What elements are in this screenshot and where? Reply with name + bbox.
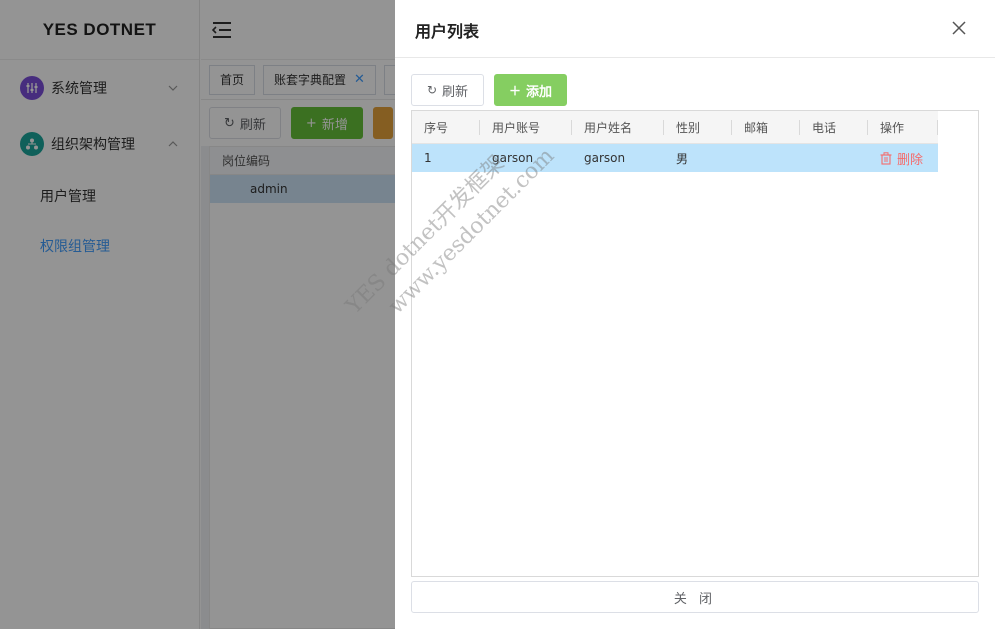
table-header: 序号 用户账号 用户姓名 性别 邮箱 电话 操作: [412, 111, 938, 144]
column-header-action[interactable]: 操作: [868, 111, 938, 143]
button-label: 刷新: [442, 84, 469, 100]
drawer-title: 用户列表: [415, 22, 480, 41]
close-button[interactable]: 关 闭: [411, 581, 979, 613]
add-user-button[interactable]: ＋ 添加: [494, 74, 567, 106]
refresh-button[interactable]: ↻ 刷新: [411, 74, 484, 106]
column-header-account[interactable]: 用户账号: [480, 111, 572, 143]
cell-phone: [800, 144, 868, 172]
column-header-phone[interactable]: 电话: [800, 111, 868, 143]
close-icon[interactable]: [951, 20, 967, 36]
column-header-index[interactable]: 序号: [412, 111, 480, 143]
delete-label: 删除: [897, 152, 924, 168]
column-header-name[interactable]: 用户姓名: [572, 111, 664, 143]
drawer-header: 用户列表: [395, 0, 995, 58]
refresh-icon: ↻: [426, 83, 438, 97]
column-header-email[interactable]: 邮箱: [732, 111, 800, 143]
table-row[interactable]: 1 garson garson 男 删除: [412, 144, 938, 172]
cell-email: [732, 144, 800, 172]
cell-action: 删除: [868, 144, 938, 172]
cell-account: garson: [492, 151, 534, 165]
column-header-gender[interactable]: 性别: [664, 111, 732, 143]
trash-icon: [880, 151, 892, 165]
cell-index: 1: [424, 151, 432, 165]
drawer-toolbar: ↻ 刷新 ＋ 添加: [411, 74, 577, 106]
plus-icon: ＋: [508, 83, 521, 98]
cell-gender: 男: [676, 151, 689, 166]
user-table: 序号 用户账号 用户姓名 性别 邮箱 电话 操作 1 garson garson…: [411, 110, 979, 577]
user-list-drawer: 用户列表 ↻ 刷新 ＋ 添加 序号 用户账号 用户姓名 性别 邮箱 电话 操作 1 …: [395, 0, 995, 629]
cell-name: garson: [584, 151, 626, 165]
delete-button[interactable]: 删除: [880, 149, 923, 168]
button-label: 添加: [526, 84, 553, 100]
